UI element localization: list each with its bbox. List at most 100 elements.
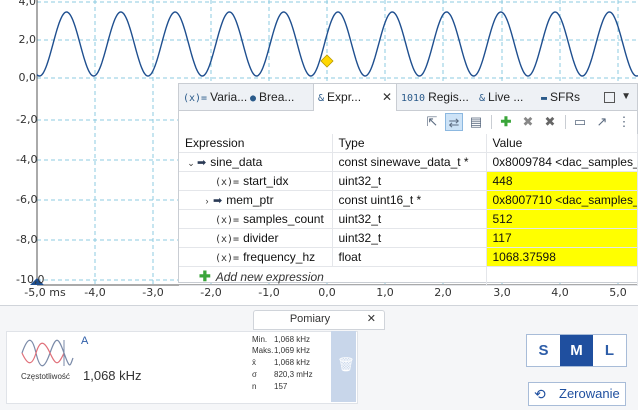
toolbar-separator (491, 115, 492, 129)
header-label: Expression (185, 136, 245, 150)
expression-type: uint32_t (338, 212, 382, 226)
variables-icon: (x)= (183, 93, 208, 104)
table-header-row: Expression Type Value (179, 134, 638, 153)
expression-value[interactable]: 1068.37598 (487, 250, 637, 264)
table-row[interactable]: ⌄ ➡ sine_data const sinewave_data_t * 0x80… (179, 152, 638, 172)
variable-icon: (x)= (215, 253, 240, 264)
tab-label: Expr... (327, 90, 362, 104)
variable-icon: (x)= (215, 215, 240, 226)
collapse-all-icon[interactable]: ⇱ (423, 113, 441, 131)
sine-wave-icon (21, 339, 74, 367)
remove-all-icon[interactable]: ✖ (541, 113, 559, 131)
toolbar-separator (565, 115, 566, 129)
measurement-type-label: Częstotliwość (21, 372, 70, 381)
y-tick-label: -10,0 (16, 273, 45, 286)
size-large-button[interactable]: L (593, 335, 626, 366)
stat-mean-value: 1,068 kHz (274, 358, 311, 367)
show-type-names-icon[interactable]: ⇄ (445, 113, 463, 131)
tab-breakpoints[interactable]: ● Brea... (246, 84, 312, 110)
tab-measurements[interactable]: Pomiary ✕ (253, 310, 385, 330)
tab-registers[interactable]: 1010 Regis... (397, 84, 473, 110)
close-tab-icon[interactable]: ✕ (382, 84, 392, 110)
trigger-marker-icon (320, 54, 334, 68)
size-selector: S M L (526, 334, 627, 367)
column-header-expression[interactable]: Expression (179, 134, 333, 153)
expression-name: mem_ptr (226, 193, 274, 207)
export-icon[interactable]: ↗ (593, 113, 611, 131)
add-icon: ✚ (199, 267, 211, 284)
y-tick-label: -4,0 (16, 153, 38, 166)
variable-icon: (x)= (215, 234, 240, 245)
add-expression-icon[interactable]: ✚ (497, 113, 515, 131)
x-tick-label: 0,0 (318, 286, 336, 299)
header-label: Type (338, 136, 365, 150)
tab-label: Pomiary (289, 313, 331, 325)
new-window-icon[interactable]: ▭ (571, 113, 589, 131)
tab-live-expressions[interactable]: & Live ... (475, 84, 535, 110)
table-row[interactable]: (x)= start_idx uint32_t 448 (179, 171, 638, 191)
x-tick-label: 5,0 (609, 286, 627, 299)
expression-name: sine_data (210, 155, 263, 169)
expressions-table: Expression Type Value ⌄ ➡ sine_data const … (179, 134, 638, 286)
stat-sigma-value: 820,3 mHz (274, 370, 313, 379)
column-header-type[interactable]: Type (332, 134, 487, 153)
column-header-value[interactable]: Value (486, 134, 638, 153)
tab-expressions[interactable]: & Expr... ✕ (313, 84, 397, 111)
y-tick-label: -8,0 (16, 233, 38, 246)
x-tick-label: 4,0 (551, 286, 569, 299)
more-menu-icon[interactable]: ⋮ (615, 113, 633, 131)
table-row[interactable]: › ➡ mem_ptr const uint16_t * 0x8007710 <da… (179, 190, 638, 210)
pointer-icon: ➡ (197, 157, 207, 169)
minimize-icon[interactable] (604, 92, 615, 103)
expression-value[interactable]: 512 (487, 212, 637, 226)
expression-type: const uint16_t * (338, 193, 422, 207)
size-small-button[interactable]: S (527, 335, 560, 366)
tab-sfrs[interactable]: ▬ SFRs (537, 84, 591, 110)
sfr-icon: ▬ (541, 93, 548, 104)
expressions-toolbar: ⇱ ⇄ ▤ ✚ ✖ ✖ ▭ ↗ ⋮ (179, 110, 637, 134)
stat-max-label: Maks. (252, 346, 274, 355)
table-row[interactable]: (x)= divider uint32_t 117 (179, 228, 638, 248)
add-expression-label[interactable]: Add new expression (216, 270, 324, 284)
close-icon[interactable]: ✕ (367, 312, 376, 325)
x-tick-label: -3,0 (142, 286, 164, 299)
expression-name: start_idx (243, 174, 289, 188)
pointer-icon: ➡ (213, 195, 223, 207)
breakpoint-icon: ● (250, 93, 257, 104)
expression-name: divider (243, 231, 279, 245)
stat-min-value: 1,068 kHz (274, 335, 311, 344)
signal-trace (36, 11, 638, 77)
delete-measurement-button[interactable]: 🗑 (331, 331, 356, 402)
tab-variables[interactable]: (x)= Varia... (179, 84, 247, 110)
view-menu-icon[interactable]: ▼ (621, 84, 631, 110)
expression-value[interactable]: 117 (487, 231, 637, 245)
x-tick-label: -4,0 (84, 286, 106, 299)
expression-value[interactable]: 448 (487, 174, 637, 188)
tab-label: Regis... (428, 90, 469, 104)
expression-type: const sinewave_data_t * (338, 155, 469, 169)
reset-label: Zerowanie (559, 386, 620, 401)
chevron-right-icon[interactable]: › (201, 196, 213, 206)
expression-value[interactable]: 0x8009784 <dac_samples_... (487, 155, 637, 169)
reset-button[interactable]: ⟲ Zerowanie (528, 382, 626, 406)
table-row[interactable]: (x)= samples_count uint32_t 512 (179, 209, 638, 229)
expressions-panel: (x)= Varia... ● Brea... & Expr... ✕ 1010 Regi… (178, 83, 638, 286)
x-tick-label: -2,0 (200, 286, 222, 299)
stat-count-value: 157 (274, 382, 288, 391)
y-tick-label: -6,0 (16, 193, 38, 206)
expression-type: uint32_t (338, 231, 382, 245)
table-row[interactable]: (x)= frequency_hz float 1068.37598 (179, 247, 638, 267)
variable-icon: (x)= (215, 177, 240, 188)
show-logical-structure-icon[interactable]: ▤ (467, 113, 485, 131)
measurement-value: 1,068 kHz (83, 368, 142, 383)
expression-value[interactable]: 0x8007710 <dac_samples_... (487, 193, 637, 207)
size-medium-button[interactable]: M (560, 335, 593, 366)
remove-expression-icon[interactable]: ✖ (519, 113, 537, 131)
panel-tab-bar: (x)= Varia... ● Brea... & Expr... ✕ 1010 Regi… (179, 84, 637, 111)
channel-label: A (81, 335, 89, 347)
x-tick-label: -1,0 (258, 286, 280, 299)
add-expression-row[interactable]: ✚ Add new expression (179, 266, 638, 286)
chevron-down-icon[interactable]: ⌄ (185, 158, 197, 169)
y-tick-label: 4,0 (18, 0, 37, 8)
stat-mean-label: x̄ (252, 358, 256, 367)
